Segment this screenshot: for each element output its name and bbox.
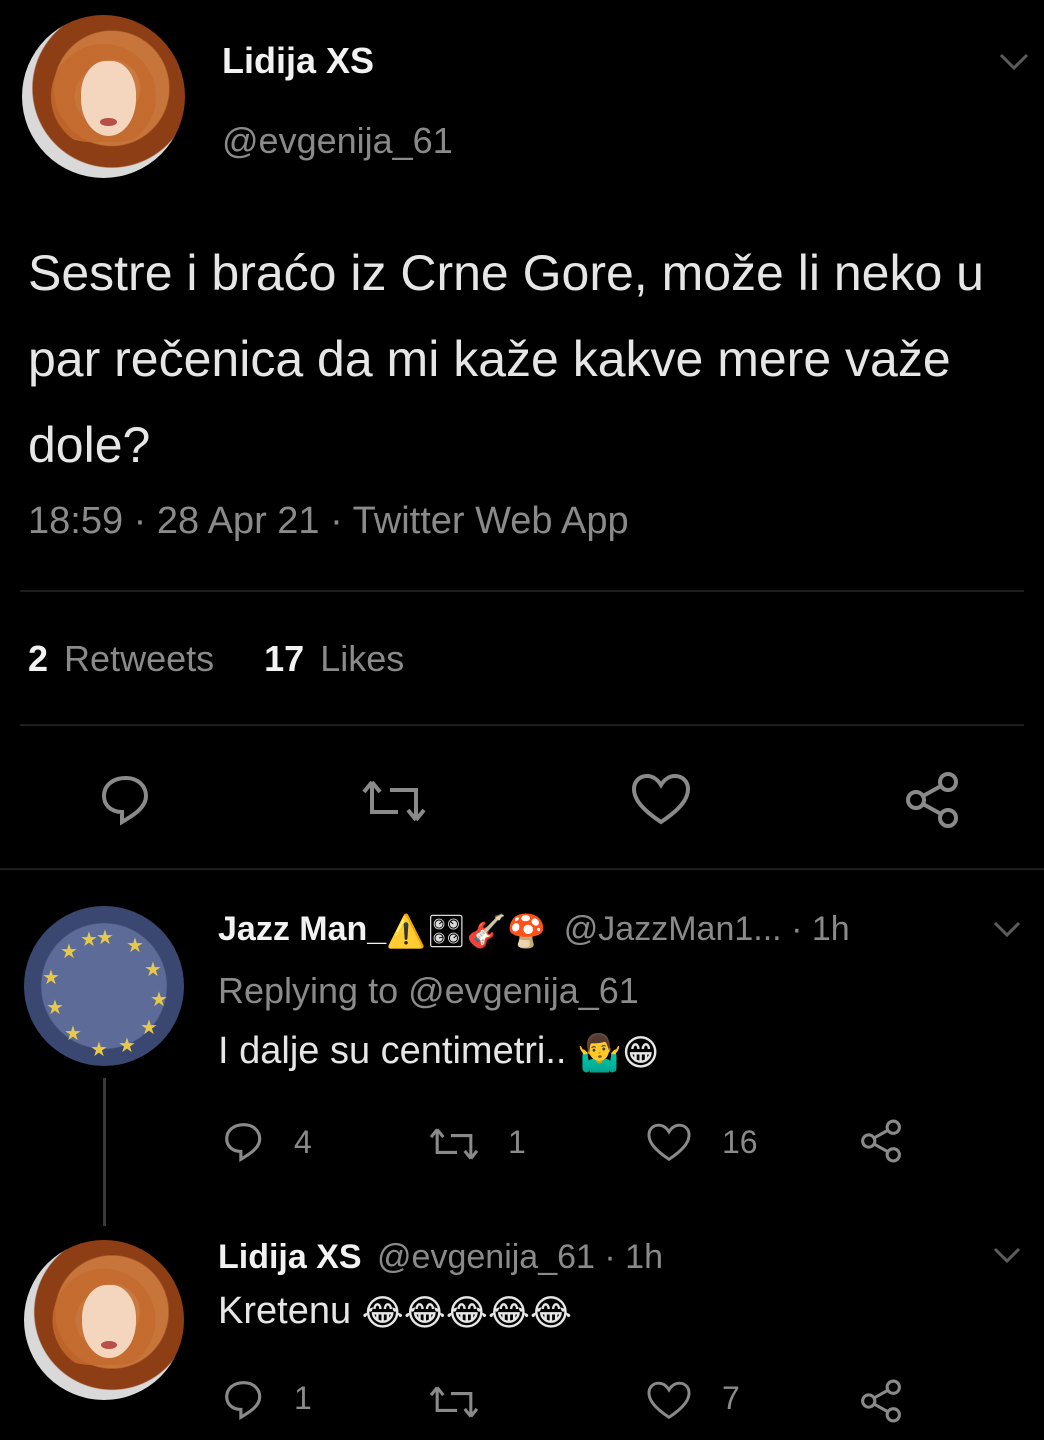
reply-header: Jazz Man_⚠️🎛🎸🍄 @JazzMan1... · 1h: [218, 910, 850, 950]
author-handle[interactable]: @evgenija_61: [377, 1238, 595, 1276]
divider: [20, 590, 1024, 592]
reply-emojis: 🤷‍♂️😁: [577, 1031, 660, 1073]
avatar[interactable]: [24, 1240, 184, 1400]
reply-time[interactable]: · 1h: [604, 1238, 663, 1276]
thread-line: [103, 1078, 106, 1226]
reply-count: 1: [294, 1380, 312, 1416]
like-count: 16: [722, 1124, 758, 1160]
reply-icon[interactable]: [222, 1378, 266, 1422]
likes-label[interactable]: Likes: [320, 638, 404, 679]
retweet-count: 1: [508, 1124, 526, 1160]
heart-icon[interactable]: [646, 1122, 692, 1164]
chevron-down-icon[interactable]: [998, 52, 1030, 72]
reply-text: Kretenu 😂😂😂😂😂: [218, 1290, 572, 1334]
heart-icon[interactable]: [630, 772, 692, 828]
chevron-down-icon[interactable]: [992, 920, 1022, 938]
reply-time[interactable]: · 1h: [791, 910, 850, 948]
share-icon[interactable]: [902, 770, 962, 830]
retweet-icon[interactable]: [428, 1384, 480, 1420]
replying-to[interactable]: Replying to @evgenija_61: [218, 970, 639, 1012]
reply-text-content: I dalje su centimetri..: [218, 1030, 567, 1072]
retweet-icon[interactable]: [428, 1126, 480, 1162]
chevron-down-icon[interactable]: [992, 1246, 1022, 1264]
tweet-meta: 18:59 · 28 Apr 21 · Twitter Web App: [28, 500, 629, 542]
reply-count: 4: [294, 1124, 312, 1160]
avatar[interactable]: ★ ★ ★ ★ ★ ★ ★ ★ ★ ★ ★ ★: [24, 906, 184, 1066]
author-name[interactable]: Lidija XS: [218, 1238, 362, 1276]
like-count: 7: [722, 1380, 740, 1416]
author-handle[interactable]: @JazzMan1...: [564, 910, 782, 948]
avatar[interactable]: [22, 15, 185, 178]
share-icon[interactable]: [858, 1118, 904, 1164]
divider: [0, 868, 1044, 870]
author-handle[interactable]: @evgenija_61: [222, 120, 453, 162]
divider: [20, 724, 1024, 726]
reply-icon[interactable]: [222, 1120, 266, 1164]
share-icon[interactable]: [858, 1378, 904, 1424]
reply-icon[interactable]: [98, 772, 154, 828]
author-name[interactable]: Lidija XS: [222, 40, 374, 82]
tweet-text: Sestre i braćo iz Crne Gore, može li nek…: [28, 245, 984, 473]
reply-text: I dalje su centimetri.. 🤷‍♂️😁: [218, 1030, 659, 1074]
likes-count: 17: [264, 638, 305, 679]
author-name-emojis: ⚠️🎛🎸🍄: [386, 913, 547, 950]
heart-icon[interactable]: [646, 1380, 692, 1422]
retweet-icon[interactable]: [360, 778, 428, 824]
engagement-stats: 2 Retweets 17 Likes: [28, 638, 404, 680]
retweets-count: 2: [28, 638, 49, 679]
reply-text-content: Kretenu: [218, 1290, 352, 1332]
reply-header: Lidija XS @evgenija_61 · 1h: [218, 1238, 663, 1277]
author-name[interactable]: Jazz Man_: [218, 910, 386, 948]
reply-emojis: 😂😂😂😂😂: [361, 1291, 572, 1333]
retweets-label[interactable]: Retweets: [64, 638, 214, 679]
